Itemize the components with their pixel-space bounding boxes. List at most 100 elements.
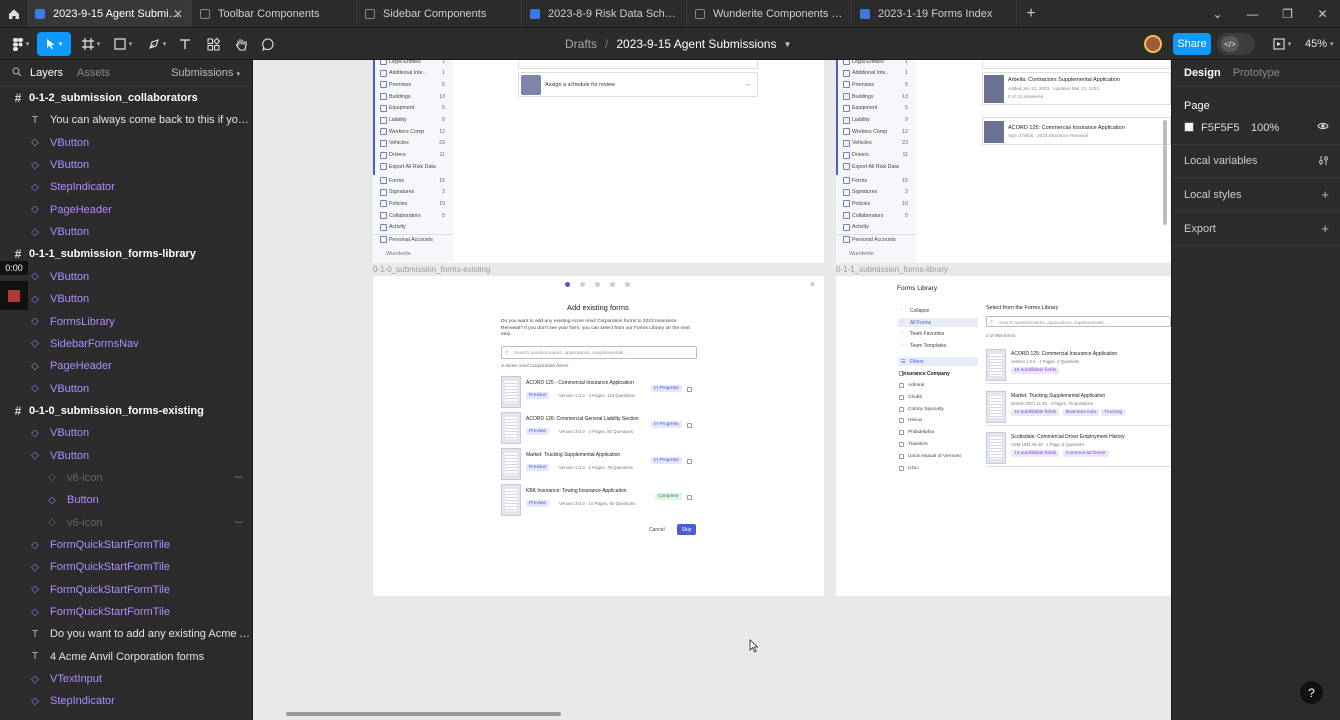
layer-component[interactable]: ◇ SidebarFormsNav bbox=[0, 333, 252, 355]
layer-component[interactable]: ◇ VButton bbox=[0, 132, 252, 154]
checkbox[interactable] bbox=[899, 406, 904, 412]
frame-label-forms-library[interactable]: 0-1-1_submission_forms-library bbox=[836, 265, 948, 274]
text-tool-icon[interactable] bbox=[176, 32, 194, 56]
local-styles-section[interactable]: Local styles + bbox=[1172, 178, 1340, 212]
home-icon[interactable] bbox=[0, 0, 27, 27]
local-variables-section[interactable]: Local variables bbox=[1172, 144, 1340, 178]
layer-component[interactable]: ◇ VButton bbox=[0, 422, 252, 444]
minimize-icon[interactable]: — bbox=[1235, 7, 1270, 21]
checkbox[interactable] bbox=[899, 430, 904, 436]
layer-component[interactable]: ◇ VButton bbox=[0, 221, 252, 243]
tab-2023-9-15-agent-submissions[interactable]: 2023-9-15 Agent Submissions✕ bbox=[27, 0, 192, 27]
form-card[interactable]: ACORD 125: Commercial Insurance Applicat… bbox=[982, 117, 1171, 145]
page-color-value[interactable]: F5F5F5 bbox=[1201, 122, 1240, 134]
layer-component[interactable]: ◇ VButton bbox=[0, 445, 252, 467]
present-icon[interactable]: ▾ bbox=[1268, 32, 1296, 56]
layer-component[interactable]: ◇ Button bbox=[0, 489, 252, 511]
checkbox[interactable] bbox=[687, 387, 692, 392]
plus-icon[interactable]: + bbox=[1321, 187, 1329, 202]
checkbox[interactable] bbox=[687, 459, 692, 464]
sidebar-item-premises[interactable]: Premises 5 bbox=[836, 79, 916, 90]
new-tab-plus-icon[interactable]: + bbox=[1017, 0, 1045, 27]
close-icon[interactable]: ✕ bbox=[173, 7, 183, 21]
sidebar-item-collaborators[interactable]: Collaborators 5 bbox=[836, 210, 916, 221]
checkbox[interactable] bbox=[899, 394, 904, 400]
page-selector[interactable]: Submissions ▾ bbox=[171, 67, 240, 79]
library-nav-team-favorites[interactable]: ▫ Team Favorites bbox=[898, 329, 978, 338]
rectangle-tool-icon[interactable]: ▾ bbox=[110, 32, 136, 56]
tab-toolbar-components[interactable]: Toolbar Components bbox=[192, 0, 357, 27]
sidebar-item-export-all-risk-data[interactable]: Export All Risk Data bbox=[836, 161, 916, 172]
comment-tool-icon[interactable] bbox=[258, 32, 278, 56]
chevron-down-icon[interactable]: ▼ bbox=[783, 40, 791, 49]
avatar[interactable] bbox=[1144, 35, 1162, 53]
hidden-eye-icon[interactable]: ⁓ bbox=[234, 472, 243, 483]
sidebar-item-vehicles[interactable]: Vehicles 23 bbox=[373, 138, 453, 149]
checkbox[interactable] bbox=[899, 442, 904, 447]
sidebar-item-collaborators[interactable]: Collaborators 5 bbox=[373, 210, 453, 221]
page-color-swatch[interactable] bbox=[1184, 122, 1194, 132]
form-tile[interactable]: ACORD 126: Commercial General Liability … bbox=[501, 412, 697, 445]
layer-frame[interactable]: #0-1-2_submission_collaborators bbox=[0, 87, 252, 109]
layer-component[interactable]: ◇ PageHeader bbox=[0, 199, 252, 221]
layer-frame[interactable]: #0-1-1_submission_forms-library bbox=[0, 243, 252, 265]
tab-sidebar-components[interactable]: Sidebar Components bbox=[357, 0, 522, 27]
library-form-tile[interactable]: Markel: Trucking Supplemental Applicatio… bbox=[986, 388, 1171, 426]
preview-button[interactable]: Preview bbox=[526, 464, 550, 471]
search-input[interactable]: ⌕ Search questionnaires, applications, s… bbox=[501, 346, 697, 359]
horizontal-scrollbar[interactable] bbox=[286, 712, 561, 716]
zoom-control[interactable]: 45% ▾ bbox=[1305, 28, 1334, 60]
layer-component[interactable]: ◇ FormQuickStartFormTile bbox=[0, 556, 252, 578]
sidebar-item-legal-entities[interactable]: Legal Entities 1 bbox=[836, 60, 916, 67]
sidebar-item-equipment[interactable]: Equipment 5 bbox=[373, 103, 453, 114]
skip-button[interactable]: Skip bbox=[677, 524, 696, 535]
library-form-tile[interactable]: ACORD 125: Commercial Insurance Applicat… bbox=[986, 346, 1171, 384]
sidebar-item-additional-inte[interactable]: Additional Inte... 1 bbox=[373, 68, 453, 79]
dev-mode-toggle[interactable]: </> bbox=[1217, 33, 1255, 55]
checkbox[interactable] bbox=[899, 465, 904, 471]
canvas[interactable]: Legal Entities 1 Additional Inte... 1 Premis… bbox=[253, 60, 1171, 720]
main-menu-icon[interactable]: ▾ bbox=[8, 32, 34, 56]
sidebar-item-activity[interactable]: Activity bbox=[373, 222, 453, 233]
pen-tool-icon[interactable]: ▾ bbox=[143, 32, 171, 56]
sidebar-item-buildings[interactable]: Buildings 13 bbox=[836, 91, 916, 102]
library-nav-all-forms[interactable]: ▫ All Forms bbox=[898, 317, 978, 327]
sidebar-item-activity[interactable]: Activity bbox=[836, 222, 916, 233]
layer-component[interactable]: ◇ PageHeader bbox=[0, 355, 252, 377]
cancel-button[interactable]: Cancel bbox=[649, 527, 665, 533]
frame-label-forms-existing[interactable]: 0-1-0_submission_forms-existing bbox=[373, 265, 490, 274]
sidebar-item-workers-comp[interactable]: Workers Comp 12 bbox=[836, 126, 916, 137]
tab-layers[interactable]: Layers bbox=[30, 67, 63, 79]
layer-component[interactable]: ◇ StepIndicator bbox=[0, 690, 252, 712]
checkbox[interactable] bbox=[687, 495, 692, 500]
sidebar-item-workers-comp[interactable]: Workers Comp 12 bbox=[373, 126, 453, 137]
schedule-card[interactable]: Assign a schedule for review → bbox=[518, 72, 758, 97]
chevron-down-icon[interactable]: ⌄ bbox=[1200, 7, 1235, 21]
artboard-forms-overview[interactable]: Legal Entities 1 Additional Inte... 1 Premis… bbox=[836, 60, 1171, 263]
form-tile[interactable]: ACORD 125 - Commercial Insurance Applica… bbox=[501, 376, 697, 409]
layer-component[interactable]: ◇ VButton bbox=[0, 266, 252, 288]
frame-tool-icon[interactable]: ▾ bbox=[78, 32, 104, 56]
checkbox[interactable] bbox=[899, 383, 904, 388]
sidebar-item-additional-inte[interactable]: Additional Inte... 1 bbox=[836, 68, 916, 79]
file-name[interactable]: 2023-9-15 Agent Submissions bbox=[616, 37, 776, 51]
artboard-forms-existing[interactable]: × Add existing forms Do you want to add … bbox=[373, 276, 824, 596]
sidebar-item-personal-accounts[interactable]: Personal Accounts bbox=[836, 233, 916, 245]
layer-component[interactable]: ◇ FormQuickStartFormTile bbox=[0, 601, 252, 623]
sidebar-item-signatures[interactable]: Signatures 3 bbox=[836, 187, 916, 198]
preview-button[interactable]: Preview bbox=[526, 392, 550, 399]
layer-component[interactable]: ◇ VButton bbox=[0, 378, 252, 400]
layer-component[interactable]: ◇ v6-icon ⁓ bbox=[0, 512, 252, 534]
sidebar-item-buildings[interactable]: Buildings 13 bbox=[373, 91, 453, 102]
sidebar-item-equipment[interactable]: Equipment 5 bbox=[836, 103, 916, 114]
sidebar-item-legal-entities[interactable]: Legal Entities 1 bbox=[373, 60, 453, 67]
close-icon[interactable]: × bbox=[810, 280, 815, 289]
library-nav-team-templates[interactable]: ▫ Team Templates bbox=[898, 341, 978, 350]
help-button[interactable]: ? bbox=[1300, 681, 1323, 704]
stop-recording-button[interactable] bbox=[0, 281, 28, 310]
sidebar-item-liability[interactable]: Liability 9 bbox=[836, 115, 916, 126]
page-opacity-value[interactable]: 100% bbox=[1251, 122, 1279, 134]
checkbox[interactable] bbox=[899, 371, 904, 376]
vertical-scrollbar[interactable] bbox=[1163, 120, 1167, 225]
layer-component[interactable]: ◇ VTextInput bbox=[0, 668, 252, 690]
